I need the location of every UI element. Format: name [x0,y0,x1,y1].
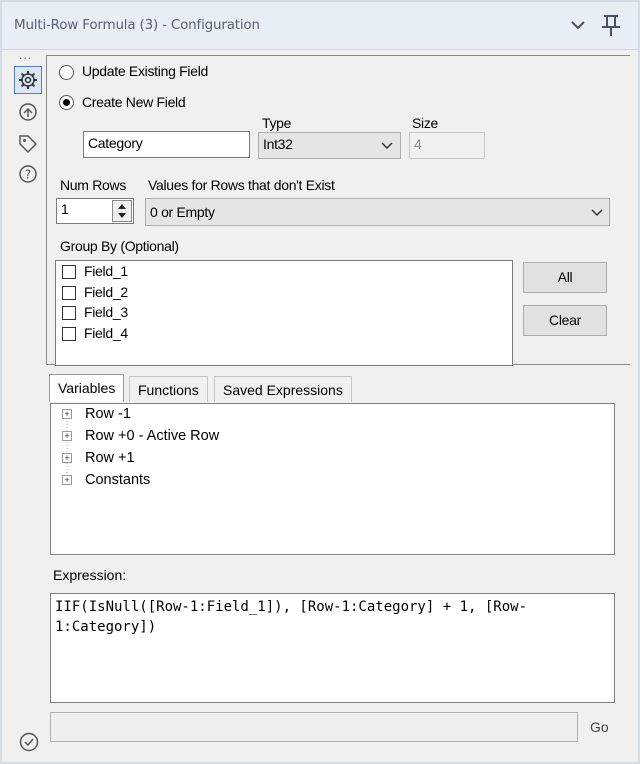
expression-label: Expression: [53,567,127,583]
go-button[interactable]: Go [590,719,609,735]
type-label: Type [262,115,292,131]
field-2-checkbox[interactable] [62,286,76,300]
expand-icon[interactable]: + [62,409,72,419]
update-existing-label: Update Existing Field [82,63,208,79]
gear-icon [19,71,37,89]
expand-icon[interactable]: + [62,431,72,441]
tree-item-constants[interactable]: Constants [85,472,150,488]
create-new-radio[interactable] [59,95,74,110]
rail-more-dots[interactable]: ... [19,48,32,62]
field-4-label: Field_4 [84,325,128,341]
all-button[interactable]: All [523,262,607,293]
clear-button[interactable]: Clear [523,305,607,336]
tree-item-row-plus-1[interactable]: Row +1 [85,450,135,466]
connection-icon [19,103,37,121]
group-by-label: Group By (Optional) [60,238,179,254]
error-message-box [50,712,578,742]
field-3-checkbox[interactable] [62,306,76,320]
expression-editor[interactable]: IIF(IsNull([Row-1:Field_1]), [Row-1:Cate… [50,593,615,703]
new-field-input[interactable]: Category [83,131,250,158]
rail-settings-button[interactable] [14,66,42,94]
field-2-label: Field_2 [84,284,128,300]
expand-icon[interactable]: + [62,475,72,485]
field-1-checkbox[interactable] [62,265,76,279]
field-3-label: Field_3 [84,304,128,320]
num-rows-label: Num Rows [60,177,127,193]
rail-connection-button[interactable] [16,100,40,124]
num-rows-value: 1 [61,201,69,217]
tab-functions[interactable]: Functions [129,376,208,402]
field-1-label: Field_1 [84,263,128,279]
expand-icon[interactable]: + [62,453,72,463]
svg-text:?: ? [25,168,31,182]
size-label: Size [412,115,439,131]
tab-saved-expressions[interactable]: Saved Expressions [214,376,352,402]
chevron-down-icon [591,209,603,217]
type-value: Int32 [263,136,293,152]
check-circle-icon [18,731,40,753]
tree-item-row-minus-1[interactable]: Row -1 [85,406,131,422]
window-title: Multi-Row Formula (3) - Configuration [14,17,260,33]
tab-variables[interactable]: Variables [49,374,125,402]
field-4-checkbox[interactable] [62,327,76,341]
tree-item-row-active[interactable]: Row +0 - Active Row [85,428,219,444]
values-dropdown[interactable]: 0 or Empty [145,198,610,226]
num-rows-spinner[interactable] [112,200,132,222]
type-dropdown[interactable]: Int32 [258,132,401,159]
values-label: Values for Rows that don't Exist [148,177,335,193]
spinner-arrows-icon [118,204,126,218]
help-icon: ? [19,165,37,183]
rail-annotation-button[interactable] [16,132,40,156]
chevron-down-icon [381,142,393,150]
pin-icon[interactable] [598,12,624,38]
values-value: 0 or Empty [150,204,215,220]
rail-help-button[interactable]: ? [16,162,40,186]
size-input[interactable]: 4 [409,132,485,159]
chevron-down-icon[interactable] [567,14,589,36]
create-new-label: Create New Field [82,94,186,110]
tag-icon [19,135,38,154]
update-existing-radio[interactable] [59,65,74,80]
